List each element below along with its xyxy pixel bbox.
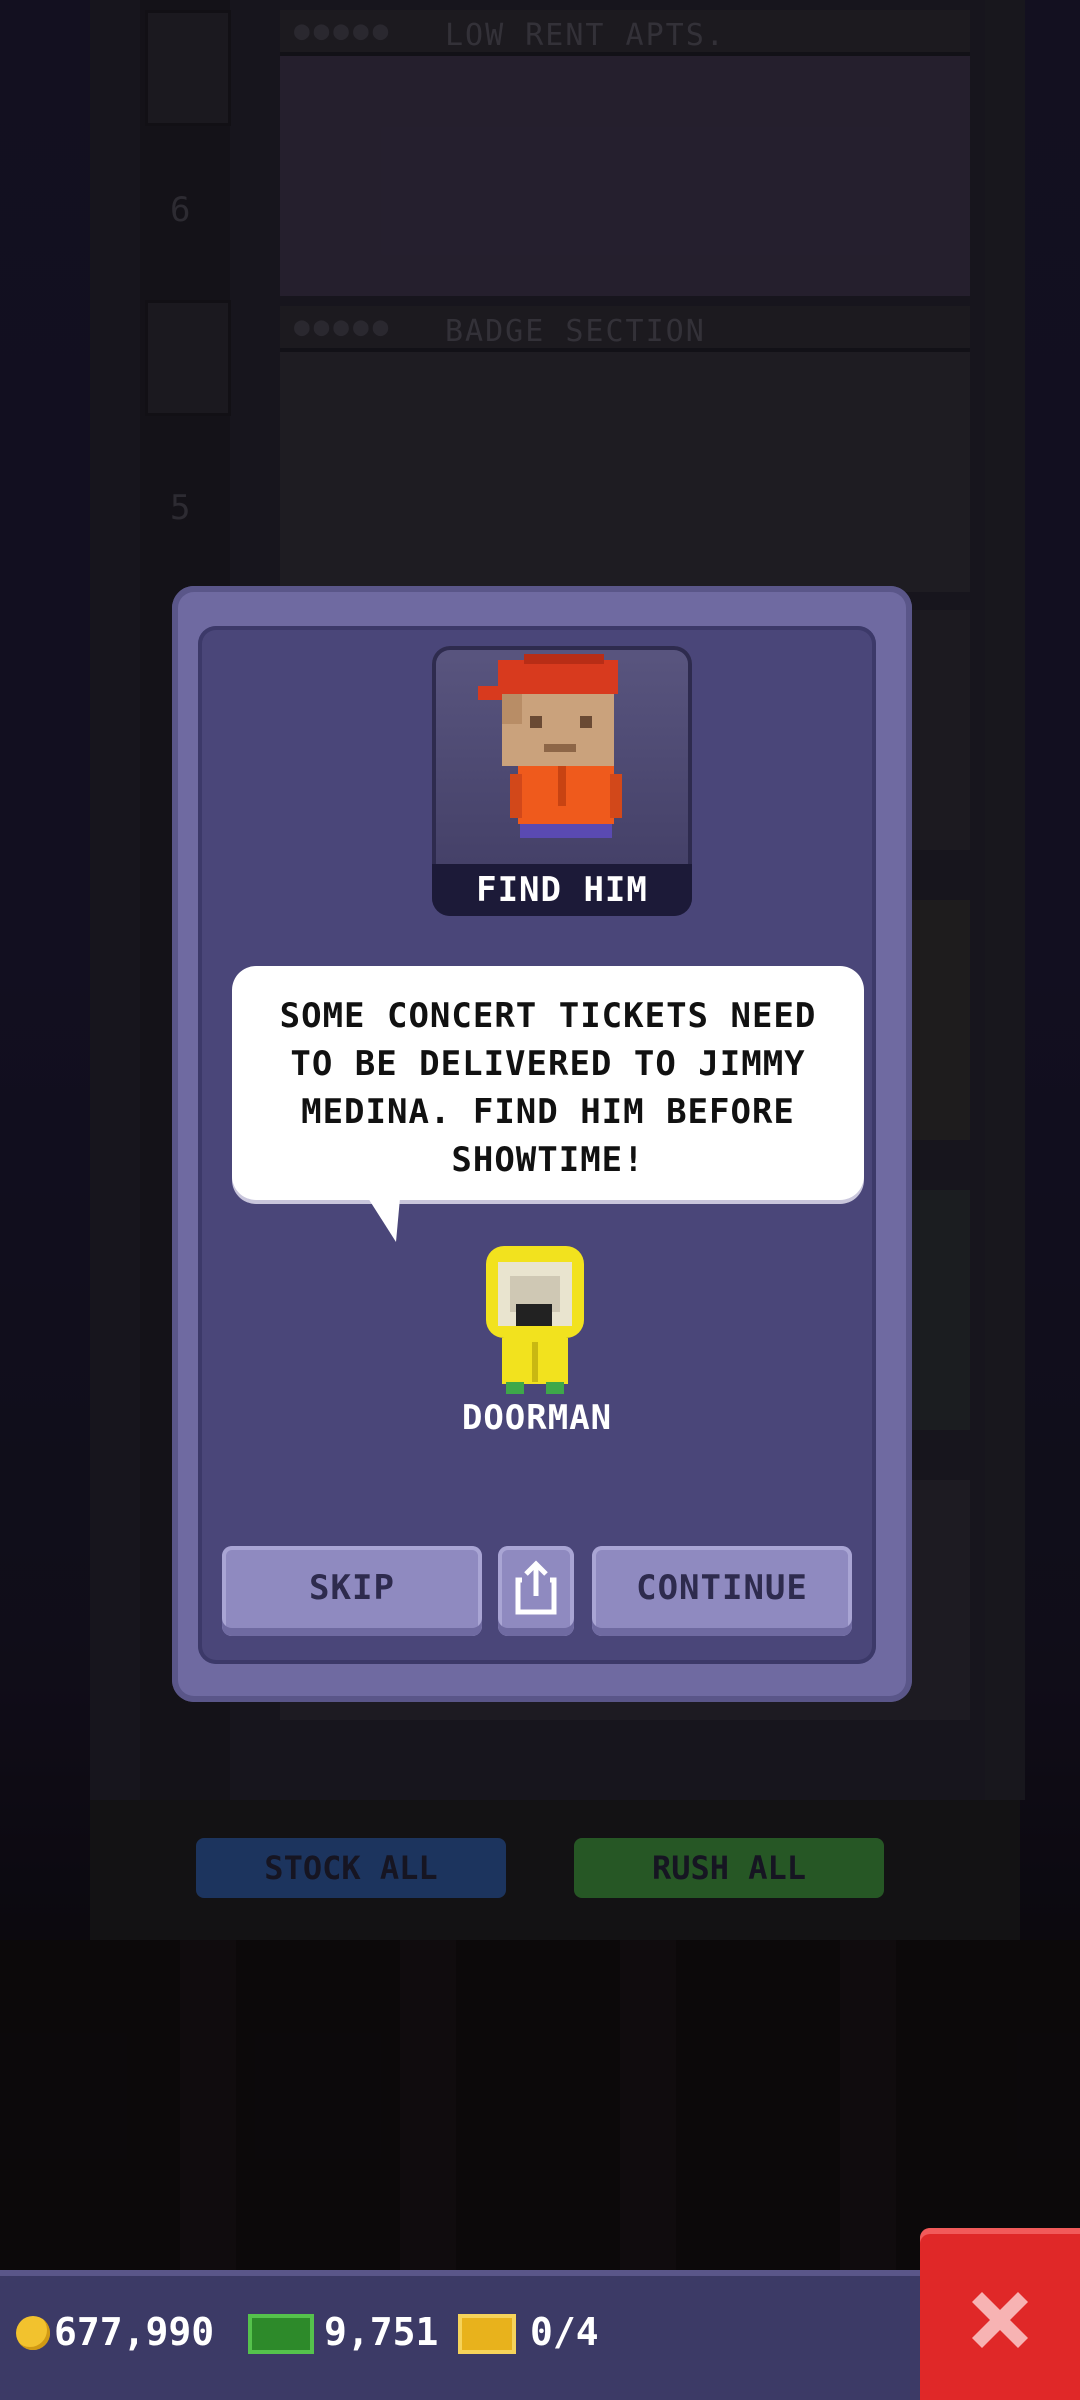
share-button[interactable] (498, 1546, 574, 1636)
target-portrait: FIND HIM (432, 646, 692, 916)
close-icon (972, 2292, 1028, 2348)
ticket-icon (458, 2314, 516, 2354)
doorman-avatar-icon (486, 1246, 584, 1394)
mission-dialog: FIND HIM SOME CONCERT TICKETS NEED TO BE… (172, 586, 912, 1702)
mission-message: SOME CONCERT TICKETS NEED TO BE DELIVERE… (279, 996, 817, 1180)
portrait-caption: FIND HIM (432, 864, 692, 916)
skip-button[interactable]: SKIP (222, 1546, 482, 1636)
continue-button[interactable]: CONTINUE (592, 1546, 852, 1636)
speaker-name: DOORMAN (461, 1398, 613, 1438)
ticket-count: 0/4 (530, 2310, 599, 2354)
coin-icon (16, 2316, 50, 2350)
speech-bubble-tail (368, 1198, 400, 1242)
mission-dialog-body: FIND HIM SOME CONCERT TICKETS NEED TO BE… (198, 626, 876, 1664)
bux-balance: 9,751 (324, 2310, 439, 2354)
share-icon (515, 1560, 557, 1615)
close-button[interactable] (920, 2228, 1080, 2400)
bux-icon (248, 2314, 314, 2354)
bitizen-avatar-icon (478, 654, 622, 838)
currency-hud: 677,990 9,751 0/4 (0, 2270, 930, 2400)
coin-balance: 677,990 (54, 2310, 215, 2354)
speech-bubble: SOME CONCERT TICKETS NEED TO BE DELIVERE… (232, 966, 864, 1200)
